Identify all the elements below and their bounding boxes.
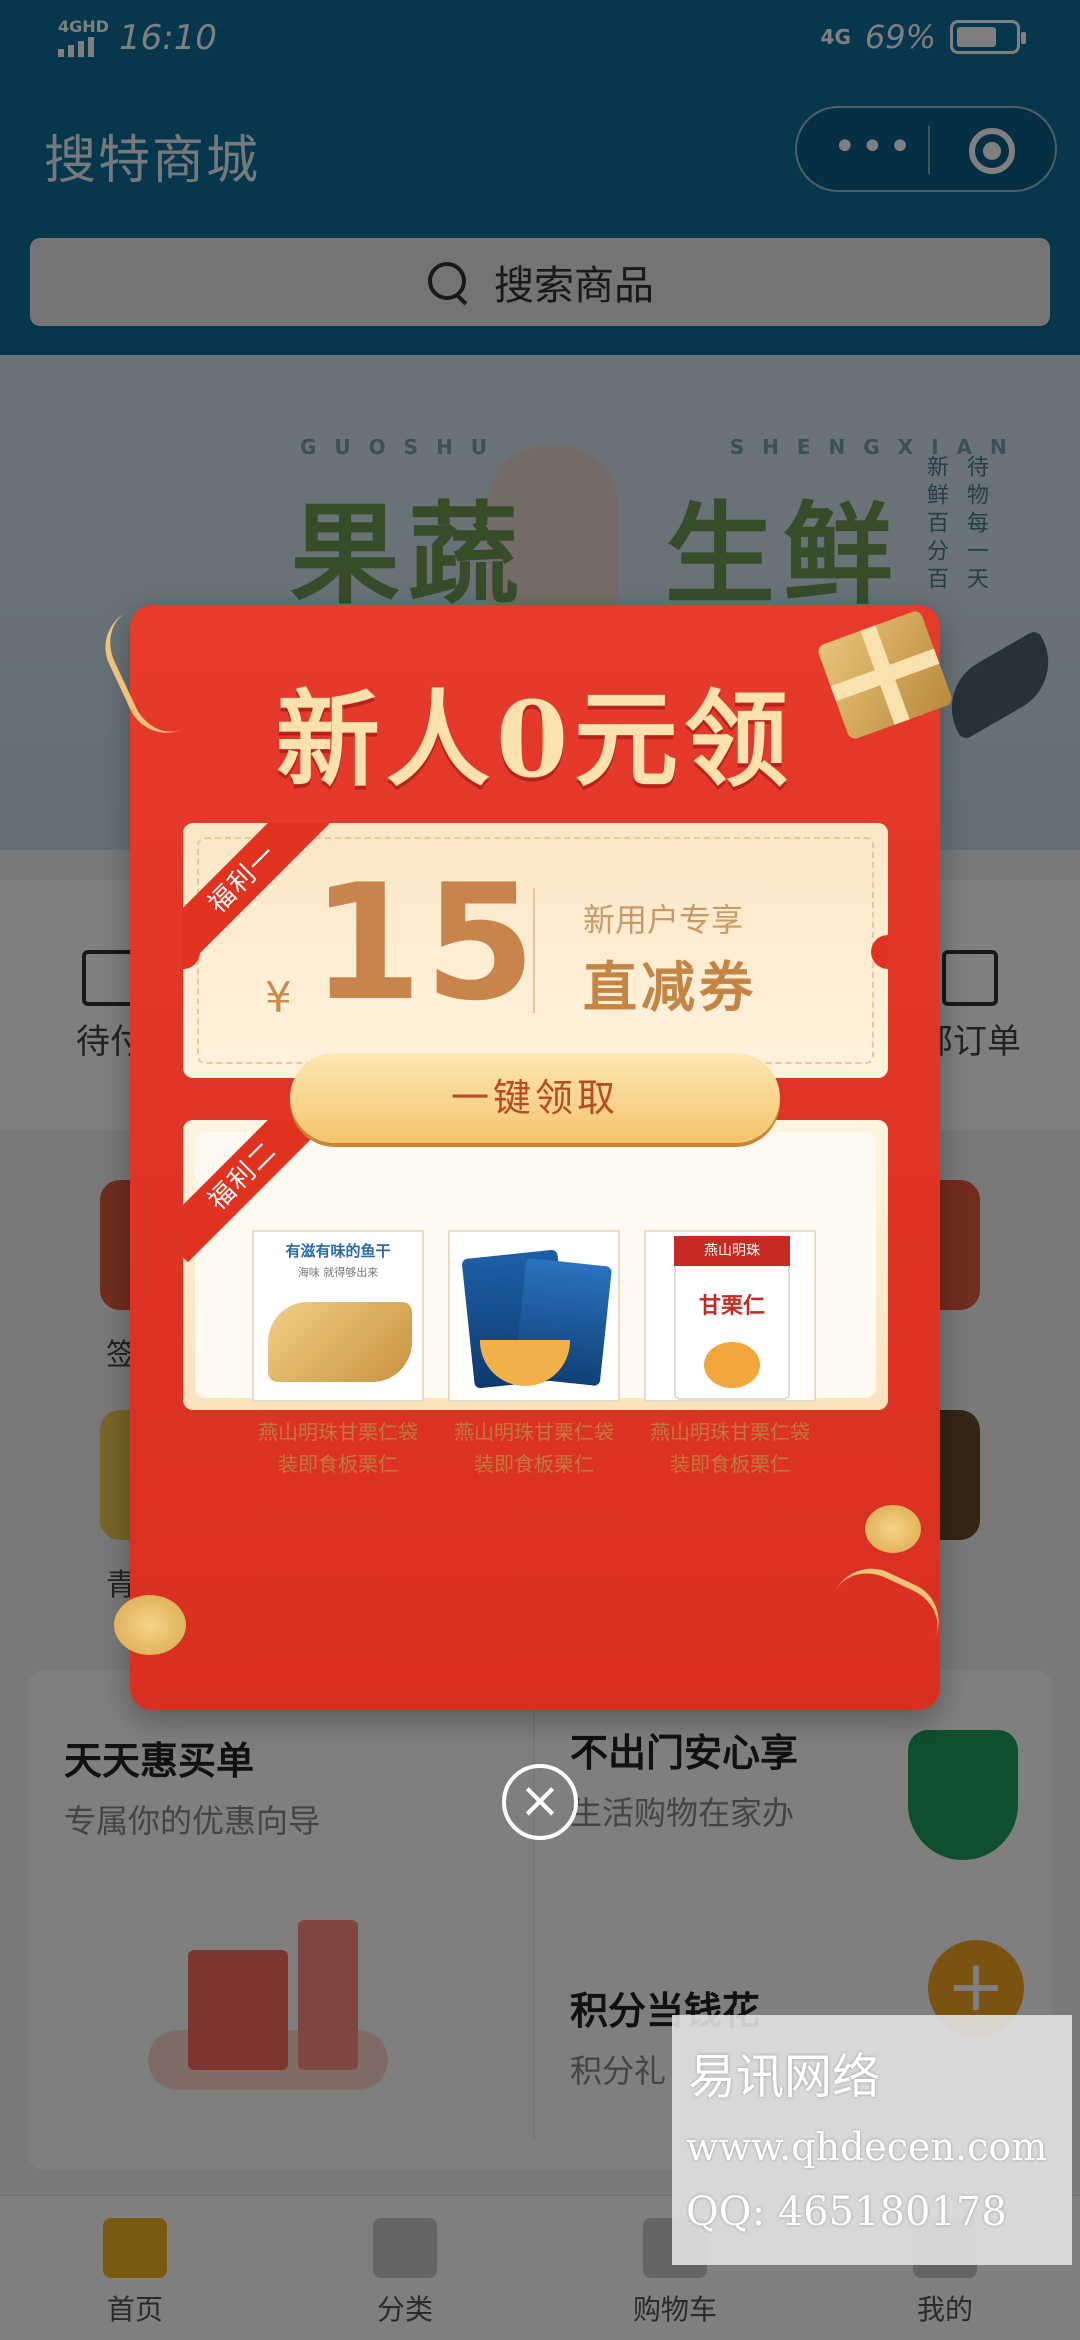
coupon-divider — [533, 888, 535, 1013]
coupon-subtitle: 新用户专享 — [583, 901, 744, 939]
new-user-gift-modal: 新人0元领 福利一 ¥ 15 新用户专享 直减券 福利二 一键领取 — [92, 594, 954, 1710]
watermark-name: 易讯网络 — [688, 2049, 881, 2105]
coin-icon — [114, 1595, 186, 1655]
product-name: 燕山明珠甘栗仁袋 装即食板栗仁 — [258, 1420, 418, 1476]
close-icon[interactable]: × — [502, 1764, 578, 1840]
watermark-qq: QQ: 465180178 — [686, 2189, 1007, 2235]
coupon-amount: 15 — [311, 849, 538, 1036]
coupon-card: 福利一 ¥ 15 新用户专享 直减券 — [183, 823, 888, 1078]
ribbon-decoration — [818, 1555, 952, 1675]
claim-button[interactable]: 一键领取 — [290, 1053, 780, 1143]
watermark-url: www.qhdecen.com — [686, 2125, 1048, 2169]
product-name: 燕山明珠甘栗仁袋 装即食板栗仁 — [650, 1420, 810, 1476]
product-list: 有滋有味的鱼干 海味 就得够出来 燕山明珠甘栗仁袋 装即食板栗仁 燕山明珠甘栗仁袋… — [252, 1230, 932, 1480]
product-item[interactable]: 有滋有味的鱼干 海味 就得够出来 燕山明珠甘栗仁袋 装即食板栗仁 — [252, 1230, 424, 1480]
product-image: 燕山明珠 甘栗仁 — [644, 1230, 816, 1402]
coupon-type: 直减券 — [583, 956, 757, 1019]
product-item[interactable]: 燕山明珠甘栗仁袋 装即食板栗仁 — [448, 1230, 620, 1480]
coin-icon — [865, 1505, 921, 1553]
product-name: 燕山明珠甘栗仁袋 装即食板栗仁 — [454, 1420, 614, 1476]
modal-title: 新人0元领 — [275, 678, 795, 801]
product-image: 有滋有味的鱼干 海味 就得够出来 — [252, 1230, 424, 1402]
watermark: 易讯网络 www.qhdecen.com QQ: 465180178 — [672, 2015, 1072, 2265]
product-image — [448, 1230, 620, 1402]
product-item[interactable]: 燕山明珠 甘栗仁 燕山明珠甘栗仁袋 装即食板栗仁 — [644, 1230, 816, 1480]
currency-symbol: ¥ — [265, 973, 292, 1022]
